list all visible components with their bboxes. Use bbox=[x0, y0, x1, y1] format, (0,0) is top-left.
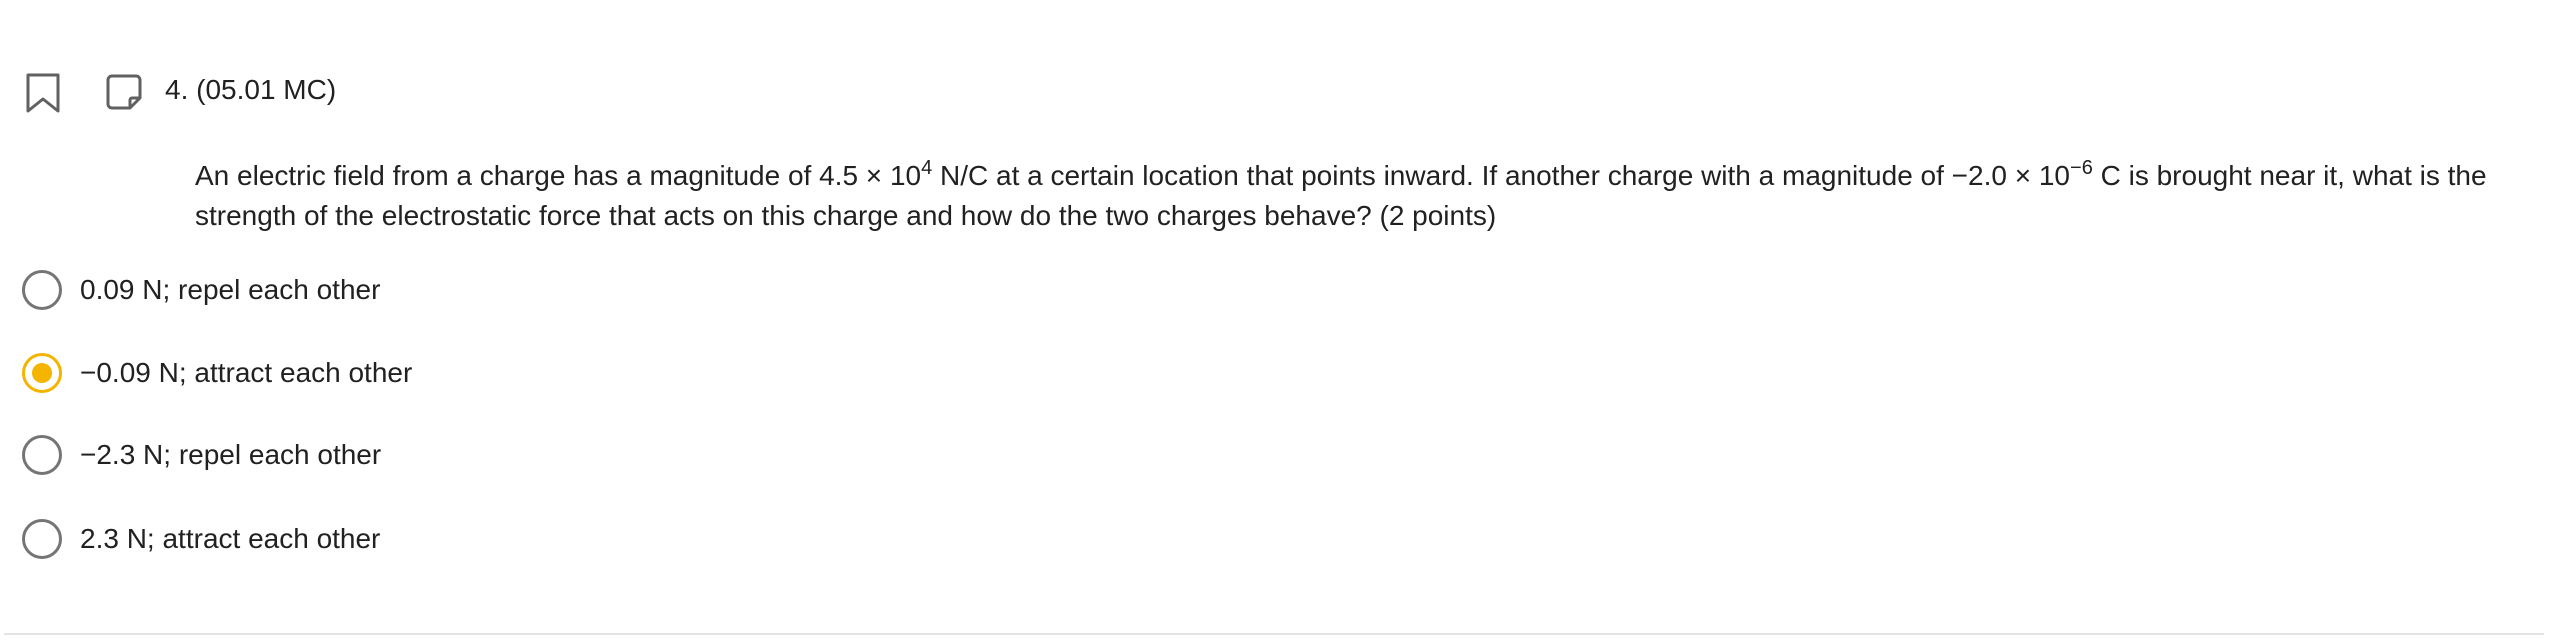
answer-option[interactable]: −0.09 N; attract each other bbox=[22, 350, 412, 396]
question-text: An electric field from a charge has a ma… bbox=[195, 156, 2535, 236]
answer-label: 0.09 N; repel each other bbox=[80, 274, 381, 305]
answer-label: 2.3 N; attract each other bbox=[80, 523, 381, 554]
answer-label: −2.3 N; repel each other bbox=[80, 439, 382, 470]
radio-button[interactable] bbox=[22, 435, 62, 475]
note-button[interactable] bbox=[104, 72, 144, 112]
answer-option[interactable]: −2.3 N; repel each other bbox=[22, 432, 381, 478]
bookmark-icon bbox=[26, 73, 60, 113]
question-card: 4. (05.01 MC) An electric field from a c… bbox=[0, 0, 2556, 644]
note-icon bbox=[106, 74, 142, 110]
radio-button[interactable] bbox=[22, 519, 62, 559]
question-number: 4. (05.01 MC) bbox=[165, 74, 337, 105]
exponent: −6 bbox=[2070, 157, 2093, 179]
radio-button[interactable] bbox=[22, 270, 62, 310]
divider bbox=[4, 633, 2544, 635]
question-text-part: N/C at a certain location that points in… bbox=[932, 160, 2071, 191]
answer-option[interactable]: 0.09 N; repel each other bbox=[22, 267, 380, 313]
question-text-part: An electric field from a charge has a ma… bbox=[195, 160, 922, 191]
exponent: 4 bbox=[921, 157, 933, 179]
bookmark-button[interactable] bbox=[24, 72, 62, 114]
answer-option[interactable]: 2.3 N; attract each other bbox=[22, 516, 380, 562]
radio-button[interactable] bbox=[22, 353, 62, 393]
answer-label: −0.09 N; attract each other bbox=[80, 357, 413, 388]
